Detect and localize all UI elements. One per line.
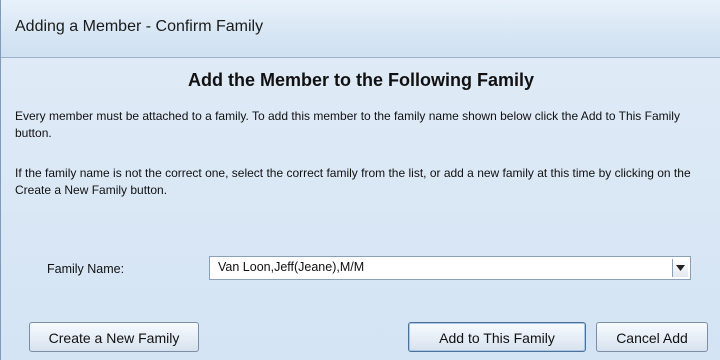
chevron-down-icon (676, 265, 685, 271)
family-name-value: Van Loon,Jeff(Jeane),M/M (218, 260, 365, 274)
dialog-window: Adding a Member - Confirm Family Add the… (0, 0, 720, 360)
cancel-add-button[interactable]: Cancel Add (596, 322, 708, 352)
window-title: Adding a Member - Confirm Family (15, 18, 264, 35)
instruction-paragraph-1: Every member must be attached to a famil… (15, 109, 680, 140)
create-new-family-button[interactable]: Create a New Family (29, 322, 199, 352)
add-to-this-family-button[interactable]: Add to This Family (408, 322, 586, 352)
family-name-label: Family Name: (47, 262, 125, 276)
family-name-dropdown[interactable]: Van Loon,Jeff(Jeane),M/M (209, 256, 691, 280)
instruction-paragraph-2: If the family name is not the correct on… (15, 166, 691, 197)
dialog-heading: Add the Member to the Following Family (187, 70, 534, 90)
dialog-content (1, 58, 720, 360)
dropdown-toggle-button[interactable] (672, 259, 688, 277)
title-bar: Adding a Member - Confirm Family (1, 0, 720, 58)
